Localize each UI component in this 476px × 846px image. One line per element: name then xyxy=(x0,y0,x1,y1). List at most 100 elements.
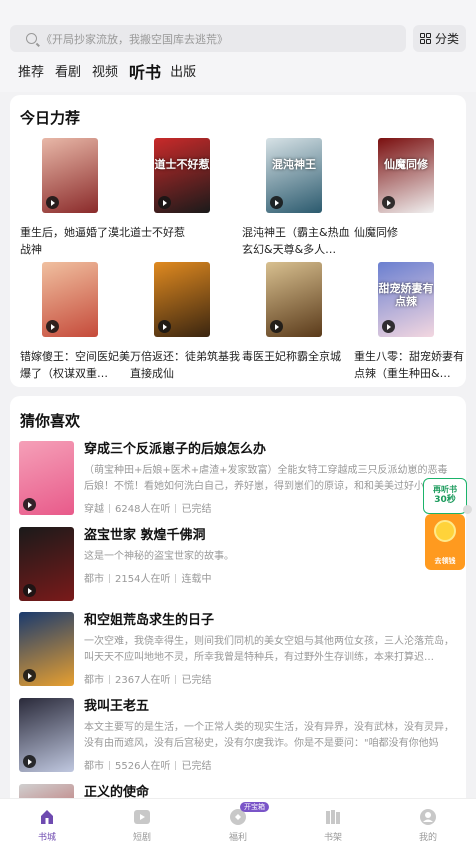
coin-icon xyxy=(434,520,456,542)
search-input[interactable]: 《开局抄家流放，我搬空国库去逃荒》 xyxy=(10,25,406,52)
recommend-list-item[interactable]: 我叫王老五本文主要写的是生活，一个正常人类的现实生活，没有异界，没有武林，没有灵… xyxy=(19,698,459,778)
play-icon[interactable] xyxy=(23,498,36,511)
nav-short-drama-label: 短剧 xyxy=(132,833,151,843)
divider xyxy=(175,761,177,770)
listen-reward-widget[interactable]: 再听书 30秒 去领钱 xyxy=(423,478,467,570)
book-title: 重生八零：甜宠娇妻有点辣（重生种田&… xyxy=(354,350,464,380)
play-icon[interactable] xyxy=(23,584,36,597)
today-picks-title: 今日力荐 xyxy=(20,109,81,127)
divider xyxy=(109,504,110,513)
book-title: 穿成三个反派崽子的后娘怎么办 xyxy=(84,442,267,457)
status-text: 连载中 xyxy=(181,574,212,585)
divider xyxy=(175,675,177,684)
cover-title-art: 混沌神王 xyxy=(272,158,316,171)
book-description: 本文主要写的是生活，一个正常人类的现实生活，没有异界，没有武林，没有灵异，没有由… xyxy=(84,722,454,749)
book-cover[interactable]: 道士不好惹 xyxy=(154,138,210,213)
play-icon[interactable] xyxy=(382,320,395,333)
bookshelf-icon xyxy=(326,810,340,824)
book-meta: 都市 5526人在听 已完结 xyxy=(84,757,211,772)
nav-bookshelf[interactable]: 书架 xyxy=(303,799,363,846)
cover-title-art: 仙魔同修 xyxy=(384,158,428,171)
nav-short-drama[interactable]: 短剧 xyxy=(112,799,172,846)
book-cover[interactable] xyxy=(19,612,74,686)
divider xyxy=(109,574,110,583)
genre-tag: 都市 xyxy=(84,761,104,772)
nav-bookstore-label: 书城 xyxy=(37,833,56,843)
status-text: 已完结 xyxy=(181,761,212,772)
book-title: 和空姐荒岛求生的日子 xyxy=(84,613,215,628)
book-description: 这是一个神秘的盗宝世家的故事。 xyxy=(84,551,234,562)
tab-audiobook[interactable]: 听书 xyxy=(129,63,161,83)
book-description: （萌宝种田+后娘+医术+虐渣+发家致富）全能女特工穿越成三只反派幼崽的恶毒后娘！… xyxy=(84,465,448,492)
play-icon[interactable] xyxy=(23,755,36,768)
category-label: 分类 xyxy=(434,32,459,46)
book-cover[interactable]: 甜宠娇妻有点辣 xyxy=(378,262,434,337)
guess-title: 猜你喜欢 xyxy=(20,412,81,430)
book-description: 一次空难，我侥幸得生，则间我们同机的美女空姐与其他两位女孩，三人沦落荒岛，叫天天… xyxy=(84,636,454,663)
tab-drama[interactable]: 看剧 xyxy=(55,63,81,83)
top-bar: 《开局抄家流放，我搬空国库去逃荒》 分类 推荐 看剧 视频 听书 出版 xyxy=(0,0,476,92)
book-cover[interactable]: 仙魔同修 xyxy=(378,138,434,213)
channel-tabs: 推荐 看剧 视频 听书 出版 xyxy=(18,63,207,83)
search-placeholder: 《开局抄家流放，我搬空国库去逃荒》 xyxy=(41,32,228,46)
recommend-list-item[interactable]: 盗宝世家 敦煌千佛洞这是一个神秘的盗宝世家的故事。都市 2154人在听 连载中 xyxy=(19,527,459,607)
play-icon[interactable] xyxy=(46,196,59,209)
nav-bookstore[interactable]: 书城 xyxy=(17,799,77,846)
nav-welfare-label: 福利 xyxy=(228,833,247,843)
coin-button[interactable]: 去领钱 xyxy=(425,514,465,570)
book-title: 盗宝世家 敦煌千佛洞 xyxy=(84,528,206,543)
book-title: 重生后，她逼婚了漠北战神 xyxy=(20,226,130,256)
bookstore-icon xyxy=(41,810,53,824)
book-cover[interactable] xyxy=(19,441,74,515)
category-button[interactable]: 分类 xyxy=(413,25,466,52)
listener-count: 5526人在听 xyxy=(115,761,171,772)
play-icon[interactable] xyxy=(46,320,59,333)
book-title: 错嫁傻王：空间医妃美爆了（权谋双重… xyxy=(20,350,130,380)
divider xyxy=(109,675,110,684)
bottom-nav: 书城 短剧 福利 书架 我的 xyxy=(0,798,476,846)
play-icon[interactable] xyxy=(270,320,283,333)
close-icon[interactable] xyxy=(463,505,472,514)
genre-tag: 都市 xyxy=(84,574,104,585)
book-cover[interactable] xyxy=(42,262,98,337)
reward-timer: 再听书 30秒 xyxy=(423,478,467,514)
cover-title-art: 甜宠娇妻有点辣 xyxy=(378,282,434,308)
status-text: 已完结 xyxy=(181,504,212,515)
book-cover[interactable]: 混沌神王 xyxy=(266,138,322,213)
play-icon[interactable] xyxy=(270,196,283,209)
play-icon[interactable] xyxy=(23,669,36,682)
book-cover[interactable] xyxy=(266,262,322,337)
book-title: 仙魔同修 xyxy=(354,226,398,239)
book-cover[interactable] xyxy=(154,262,210,337)
book-title: 万倍返还：徒弟筑基我直接成仙 xyxy=(130,350,240,380)
coin-label: 去领钱 xyxy=(434,557,456,565)
divider xyxy=(175,504,177,513)
recommend-list-item[interactable]: 穿成三个反派崽子的后娘怎么办 （萌宝种田+后娘+医术+虐渣+发家致富）全能女特工穿… xyxy=(19,441,459,521)
search-icon xyxy=(26,33,37,44)
treasure-badge: 开宝箱 xyxy=(240,802,269,812)
book-meta: 都市 2154人在听 连载中 xyxy=(84,570,211,585)
book-title: 我叫王老五 xyxy=(84,699,150,714)
nav-profile[interactable]: 我的 xyxy=(398,799,458,846)
book-meta: 穿越 6248人在听 已完结 xyxy=(84,500,211,515)
divider xyxy=(109,761,110,770)
listener-count: 6248人在听 xyxy=(115,504,171,515)
tab-publish[interactable]: 出版 xyxy=(170,63,196,83)
book-cover[interactable] xyxy=(19,698,74,772)
play-icon[interactable] xyxy=(382,196,395,209)
book-cover[interactable] xyxy=(19,527,74,601)
play-icon[interactable] xyxy=(158,196,171,209)
tab-video[interactable]: 视频 xyxy=(92,63,118,83)
divider xyxy=(175,574,177,583)
nav-bookshelf-label: 书架 xyxy=(323,833,342,843)
reward-line2: 30秒 xyxy=(434,495,456,505)
tab-recommend[interactable]: 推荐 xyxy=(18,63,44,83)
status-text: 已完结 xyxy=(181,675,212,686)
book-cover[interactable] xyxy=(42,138,98,213)
play-icon xyxy=(134,810,150,824)
nav-profile-label: 我的 xyxy=(418,833,437,843)
play-icon[interactable] xyxy=(158,320,171,333)
guess-you-like-card: 猜你喜欢 穿成三个反派崽子的后娘怎么办 （萌宝种田+后娘+医术+虐渣+发家致富）全… xyxy=(10,396,466,816)
recommend-list-item[interactable]: 和空姐荒岛求生的日子一次空难，我侥幸得生，则间我们同机的美女空姐与其他两位女孩，… xyxy=(19,612,459,692)
grid-icon xyxy=(419,33,431,44)
